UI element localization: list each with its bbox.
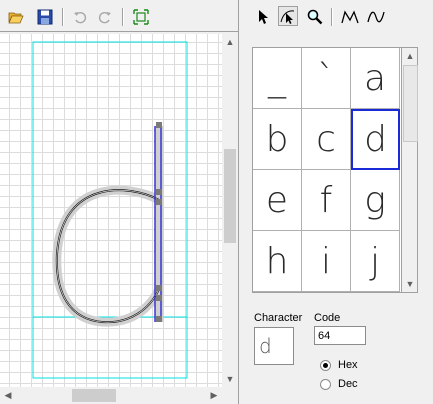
contour-node[interactable] (156, 189, 162, 195)
glyph-cell-j[interactable]: j (351, 231, 400, 292)
scroll-down-arrow-icon[interactable]: ▼ (222, 371, 238, 387)
node-select-icon[interactable] (278, 6, 298, 26)
character-label: Character (254, 312, 303, 324)
fit-to-view-icon[interactable] (131, 7, 151, 27)
glyph-cell-h[interactable]: h (253, 231, 302, 292)
line-tool-icon[interactable] (340, 7, 360, 27)
scrollbar-corner (222, 387, 238, 404)
glyph-grid-scrollbar[interactable]: ▲ ▼ (402, 47, 418, 293)
zoom-icon[interactable] (305, 7, 325, 27)
glyph-cell-grave[interactable]: ` (302, 48, 351, 109)
scroll-right-arrow-icon[interactable]: ▶ (206, 387, 222, 403)
glyph-cell-f[interactable]: f (302, 170, 351, 231)
pane-splitter[interactable] (238, 0, 245, 404)
glyph-cell-underscore[interactable]: _ (253, 48, 302, 109)
canvas-vertical-scrollbar[interactable]: ▲ ▼ (222, 34, 238, 387)
glyph-cell-a[interactable]: a (351, 48, 400, 109)
code-input[interactable] (314, 326, 366, 345)
redo-icon[interactable] (95, 7, 115, 27)
horizontal-scroll-thumb[interactable] (72, 389, 116, 402)
glyph-grid[interactable]: _ ` a b c d e f g h i j (252, 47, 402, 293)
save-icon[interactable] (35, 7, 55, 27)
hex-label: Hex (338, 359, 358, 371)
contour-node[interactable] (156, 295, 162, 301)
toolbar-separator (331, 8, 333, 26)
glyph-outline-halo (52, 126, 164, 327)
undo-icon[interactable] (70, 7, 90, 27)
glyph-cell-d-selected[interactable]: d (351, 109, 400, 170)
open-folder-icon[interactable] (6, 7, 26, 27)
curve-tool-icon[interactable] (366, 7, 386, 27)
grid-scroll-down-arrow-icon[interactable]: ▼ (402, 276, 418, 292)
character-preview: d (254, 327, 294, 365)
grid-scroll-thumb[interactable] (403, 65, 418, 142)
toolbar-border (0, 31, 238, 32)
dec-label: Dec (338, 378, 358, 390)
glyph-cell-b[interactable]: b (253, 109, 302, 170)
grid-scroll-up-arrow-icon[interactable]: ▲ (402, 48, 418, 64)
dec-radio[interactable] (320, 379, 331, 390)
contour-node[interactable] (156, 199, 162, 205)
contour-node[interactable] (156, 285, 162, 291)
contour-node[interactable] (156, 122, 162, 128)
glyph-cell-g[interactable]: g (351, 170, 400, 231)
hex-radio[interactable] (320, 360, 331, 371)
glyph-edit-canvas[interactable] (0, 34, 222, 387)
scroll-left-arrow-icon[interactable]: ◀ (0, 387, 16, 403)
glyph-cell-e[interactable]: e (253, 170, 302, 231)
canvas-horizontal-scrollbar[interactable]: ◀ ▶ (0, 387, 222, 404)
scroll-up-arrow-icon[interactable]: ▲ (222, 34, 238, 50)
code-label: Code (314, 312, 341, 324)
toolbar-separator (122, 8, 124, 26)
contour-node[interactable] (156, 316, 162, 322)
select-arrow-icon[interactable] (253, 7, 273, 27)
toolbar-separator (62, 8, 64, 26)
metrics-guide-box (32, 41, 188, 379)
vertical-scroll-thumb[interactable] (224, 149, 236, 243)
glyph-cell-i[interactable]: i (302, 231, 351, 292)
glyph-cell-c[interactable]: c (302, 109, 351, 170)
